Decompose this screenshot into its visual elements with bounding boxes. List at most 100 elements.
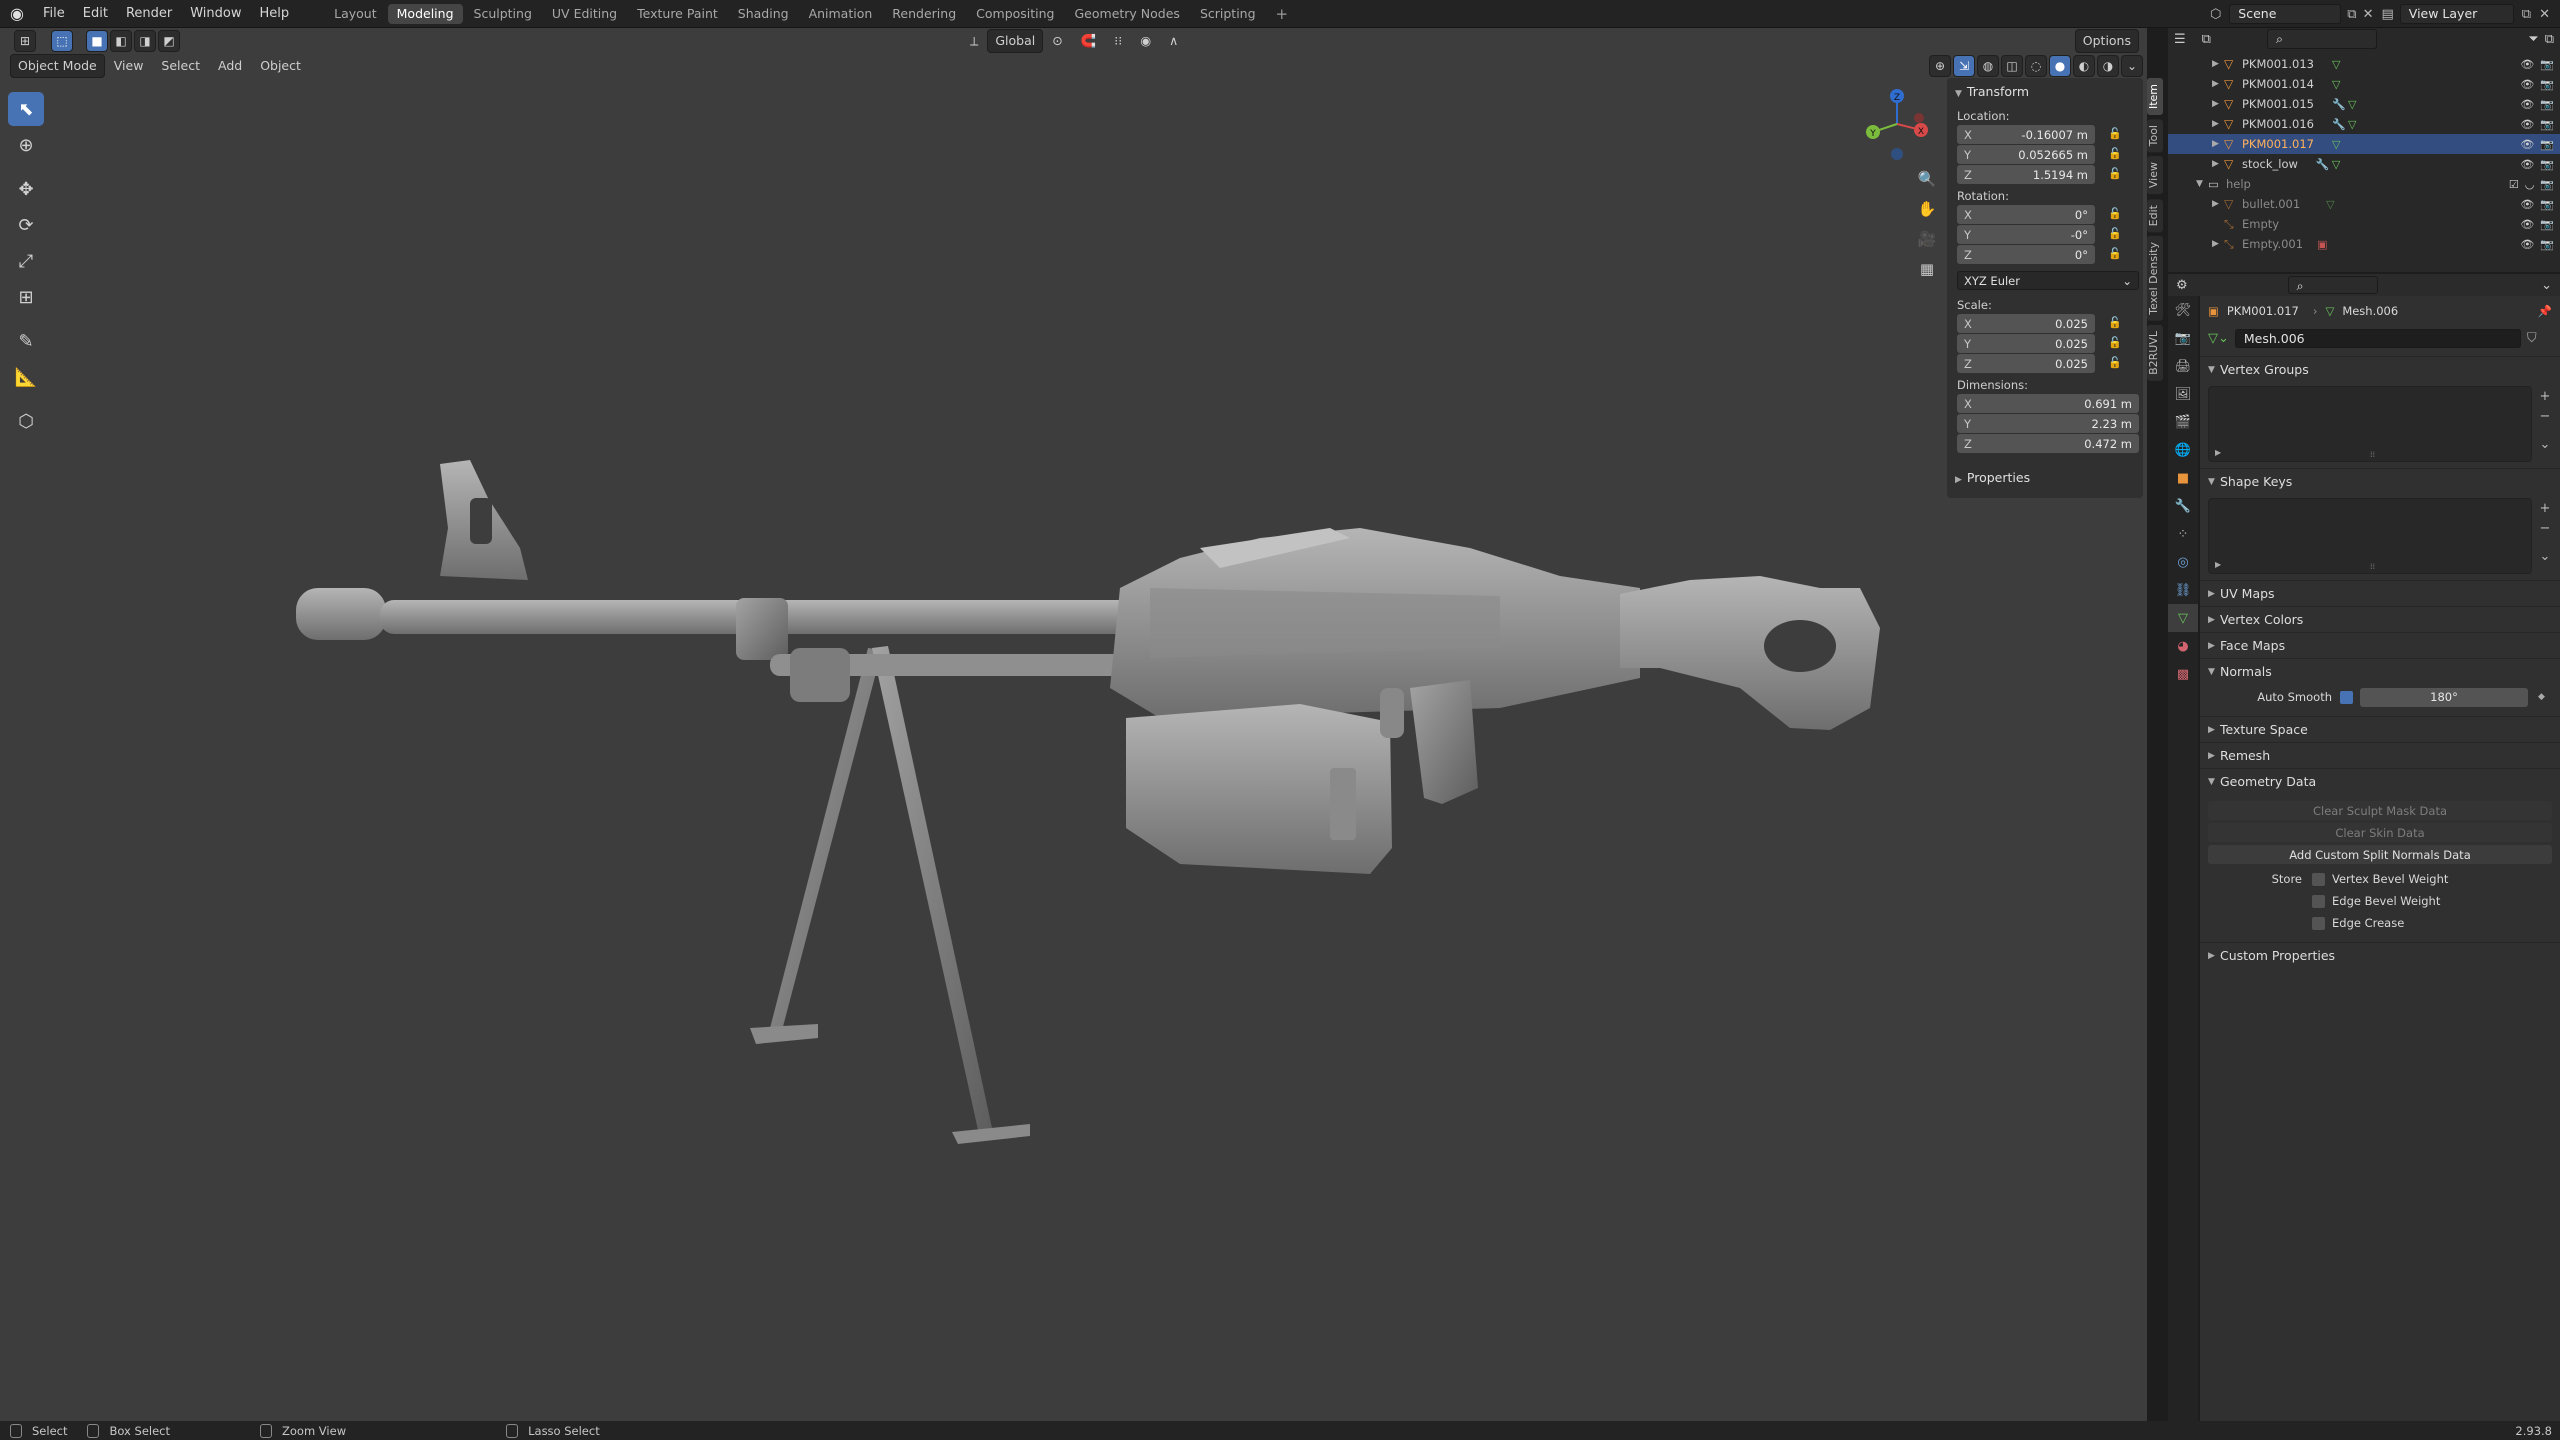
world-tab-icon[interactable]: 🌐 <box>2168 436 2198 464</box>
vertex-colors-header[interactable]: ▶ Vertex Colors <box>2200 606 2560 632</box>
dimensions-x-field[interactable]: X 0.691 m <box>1957 394 2139 413</box>
tab-tool[interactable]: Tool <box>2147 119 2163 153</box>
perspective-grid-icon[interactable]: ▦ <box>1915 260 1939 286</box>
render-camera-icon[interactable]: 📷 <box>2540 158 2554 171</box>
tab-compositing[interactable]: Compositing <box>967 4 1063 24</box>
face-maps-header[interactable]: ▶ Face Maps <box>2200 632 2560 658</box>
menu-view[interactable]: View <box>105 55 153 77</box>
mesh-browse-icon[interactable]: ▽⌄ <box>2208 331 2229 346</box>
expand-arrow-icon[interactable]: ▶ <box>2212 199 2224 209</box>
editor-type-icon[interactable]: ☰ <box>2174 32 2186 47</box>
options-dropdown[interactable]: Options <box>2074 29 2139 53</box>
tab-shading[interactable]: Shading <box>729 4 798 24</box>
resize-handle-icon[interactable]: ⁞⁞ <box>2370 562 2375 571</box>
render-camera-icon[interactable]: 📷 <box>2540 218 2554 231</box>
scale-x-field[interactable]: X 0.025 <box>1957 314 2095 333</box>
select-mode-invert-icon[interactable]: ◩ <box>158 30 180 52</box>
move-tool-icon[interactable]: ✥ <box>8 172 44 206</box>
material-tab-icon[interactable]: ◕ <box>2168 632 2198 660</box>
expand-arrow-icon[interactable]: ▶ <box>2212 79 2224 89</box>
new-scene-icon[interactable]: ⧉ <box>2347 7 2356 22</box>
visibility-eye-icon[interactable]: 👁 <box>2520 118 2534 131</box>
dimensions-z-field[interactable]: Z 0.472 m <box>1957 434 2139 453</box>
rendered-shading-icon[interactable]: ◑ <box>2097 55 2119 77</box>
select-mode-extend-icon[interactable]: ◧ <box>110 30 132 52</box>
mode-dropdown[interactable]: Object Mode <box>10 54 105 78</box>
scene-field[interactable]: Scene <box>2229 4 2342 24</box>
tab-edit[interactable]: Edit <box>2147 198 2163 232</box>
shape-key-menu-icon[interactable]: ⌄ <box>2537 549 2553 565</box>
keyframe-dot-icon[interactable]: ◆ <box>2538 692 2545 702</box>
expand-arrow-icon[interactable]: ▶ <box>2212 59 2224 69</box>
expand-arrow-icon[interactable]: ▼ <box>2196 179 2208 189</box>
visibility-eye-icon[interactable]: 👁 <box>2520 58 2534 71</box>
tab-scripting[interactable]: Scripting <box>1191 4 1265 24</box>
menu-select[interactable]: Select <box>152 55 209 77</box>
wireframe-shading-icon[interactable]: ◌ <box>2025 55 2047 77</box>
list-expand-icon[interactable]: ▶ <box>2215 560 2221 569</box>
normals-header[interactable]: ▼ Normals <box>2200 658 2560 684</box>
pan-hand-icon[interactable]: ✋ <box>1915 200 1939 226</box>
properties-header[interactable]: ▶ Properties <box>1947 464 2143 491</box>
expand-arrow-icon[interactable]: ▶ <box>2212 119 2224 129</box>
orientation-dropdown[interactable]: Global <box>987 29 1044 53</box>
filter-icon[interactable]: ⏷ <box>2528 32 2538 47</box>
view-layer-field[interactable]: View Layer <box>2399 4 2514 24</box>
transform-header[interactable]: ▼ Transform <box>1947 78 2143 105</box>
navigation-gizmo[interactable]: Z X Y <box>1855 82 1935 172</box>
lock-icon[interactable]: 🔓 <box>2107 316 2123 332</box>
outliner-row[interactable]: ▶ ▽ PKM001.015 🔧 ▽ 👁 📷 <box>2168 94 2560 114</box>
view-layer-tab-icon[interactable]: 🖼 <box>2168 380 2198 408</box>
render-tab-icon[interactable]: 📷 <box>2168 324 2198 352</box>
texture-tab-icon[interactable]: ▩ <box>2168 660 2198 688</box>
visibility-eye-icon[interactable]: 👁 <box>2520 218 2534 231</box>
select-tool-icon[interactable]: ⬚ <box>51 30 73 52</box>
delete-scene-icon[interactable]: ✕ <box>2363 7 2374 22</box>
tab-item[interactable]: Item <box>2147 78 2163 116</box>
remove-vertex-group-icon[interactable]: − <box>2537 409 2553 425</box>
expand-arrow-icon[interactable]: ▶ <box>2212 239 2224 249</box>
edge-bevel-weight-checkbox[interactable] <box>2312 894 2325 908</box>
checkbox-icon[interactable]: ☑ <box>2509 178 2519 191</box>
add-shape-key-icon[interactable]: + <box>2537 501 2553 517</box>
texture-space-header[interactable]: ▶ Texture Space <box>2200 716 2560 742</box>
display-mode-icon[interactable]: ⧉ <box>2202 32 2211 47</box>
rotation-z-field[interactable]: Z 0° <box>1957 245 2095 264</box>
mesh-datablock-field[interactable]: Mesh.006 <box>2234 328 2521 348</box>
select-box-tool-icon[interactable]: ⬉ <box>8 92 44 126</box>
tab-rendering[interactable]: Rendering <box>883 4 965 24</box>
expand-arrow-icon[interactable]: ▶ <box>2212 99 2224 109</box>
auto-smooth-angle-field[interactable]: 180° <box>2360 687 2528 707</box>
new-collection-icon[interactable]: ⧉ <box>2545 32 2554 47</box>
solid-shading-icon[interactable]: ● <box>2049 55 2071 77</box>
physics-tab-icon[interactable]: ◎ <box>2168 548 2198 576</box>
annotate-tool-icon[interactable]: ✎ <box>8 324 44 358</box>
shading-options-icon[interactable]: ⌄ <box>2121 55 2143 77</box>
clear-skin-data-button[interactable]: Clear Skin Data <box>2208 823 2552 842</box>
constraints-tab-icon[interactable]: ⛓ <box>2168 576 2198 604</box>
add-workspace-icon[interactable]: + <box>1267 4 1298 24</box>
lock-icon[interactable]: 🔓 <box>2107 147 2123 163</box>
render-camera-icon[interactable]: 📷 <box>2540 238 2554 251</box>
render-camera-icon[interactable]: 📷 <box>2540 178 2554 191</box>
render-camera-icon[interactable]: 📷 <box>2540 98 2554 111</box>
tool-tab-icon[interactable]: 🛠 <box>2168 296 2198 324</box>
lock-icon[interactable]: 🔓 <box>2107 356 2123 372</box>
visibility-eye-icon[interactable]: 👁 <box>2520 238 2534 251</box>
outliner-row[interactable]: ▶ ⤡ Empty.001 ▣ 👁 📷 <box>2168 234 2560 254</box>
mesh-data-tab-icon[interactable]: ▽ <box>2168 604 2198 632</box>
menu-object[interactable]: Object <box>251 55 310 77</box>
material-shading-icon[interactable]: ◐ <box>2073 55 2095 77</box>
lock-icon[interactable]: 🔓 <box>2107 207 2123 223</box>
rotation-y-field[interactable]: Y -0° <box>1957 225 2095 244</box>
menu-window[interactable]: Window <box>181 0 250 28</box>
menu-render[interactable]: Render <box>117 0 181 28</box>
tab-layout[interactable]: Layout <box>325 4 386 24</box>
lock-icon[interactable]: 🔓 <box>2107 167 2123 183</box>
blender-logo-icon[interactable]: ◉ <box>6 3 28 25</box>
options-chevron-icon[interactable]: ⌄ <box>2541 278 2552 293</box>
custom-properties-header[interactable]: ▶ Custom Properties <box>2200 942 2560 968</box>
remove-shape-key-icon[interactable]: − <box>2537 521 2553 537</box>
menu-file[interactable]: File <box>34 0 74 28</box>
location-y-field[interactable]: Y 0.052665 m <box>1957 145 2095 164</box>
